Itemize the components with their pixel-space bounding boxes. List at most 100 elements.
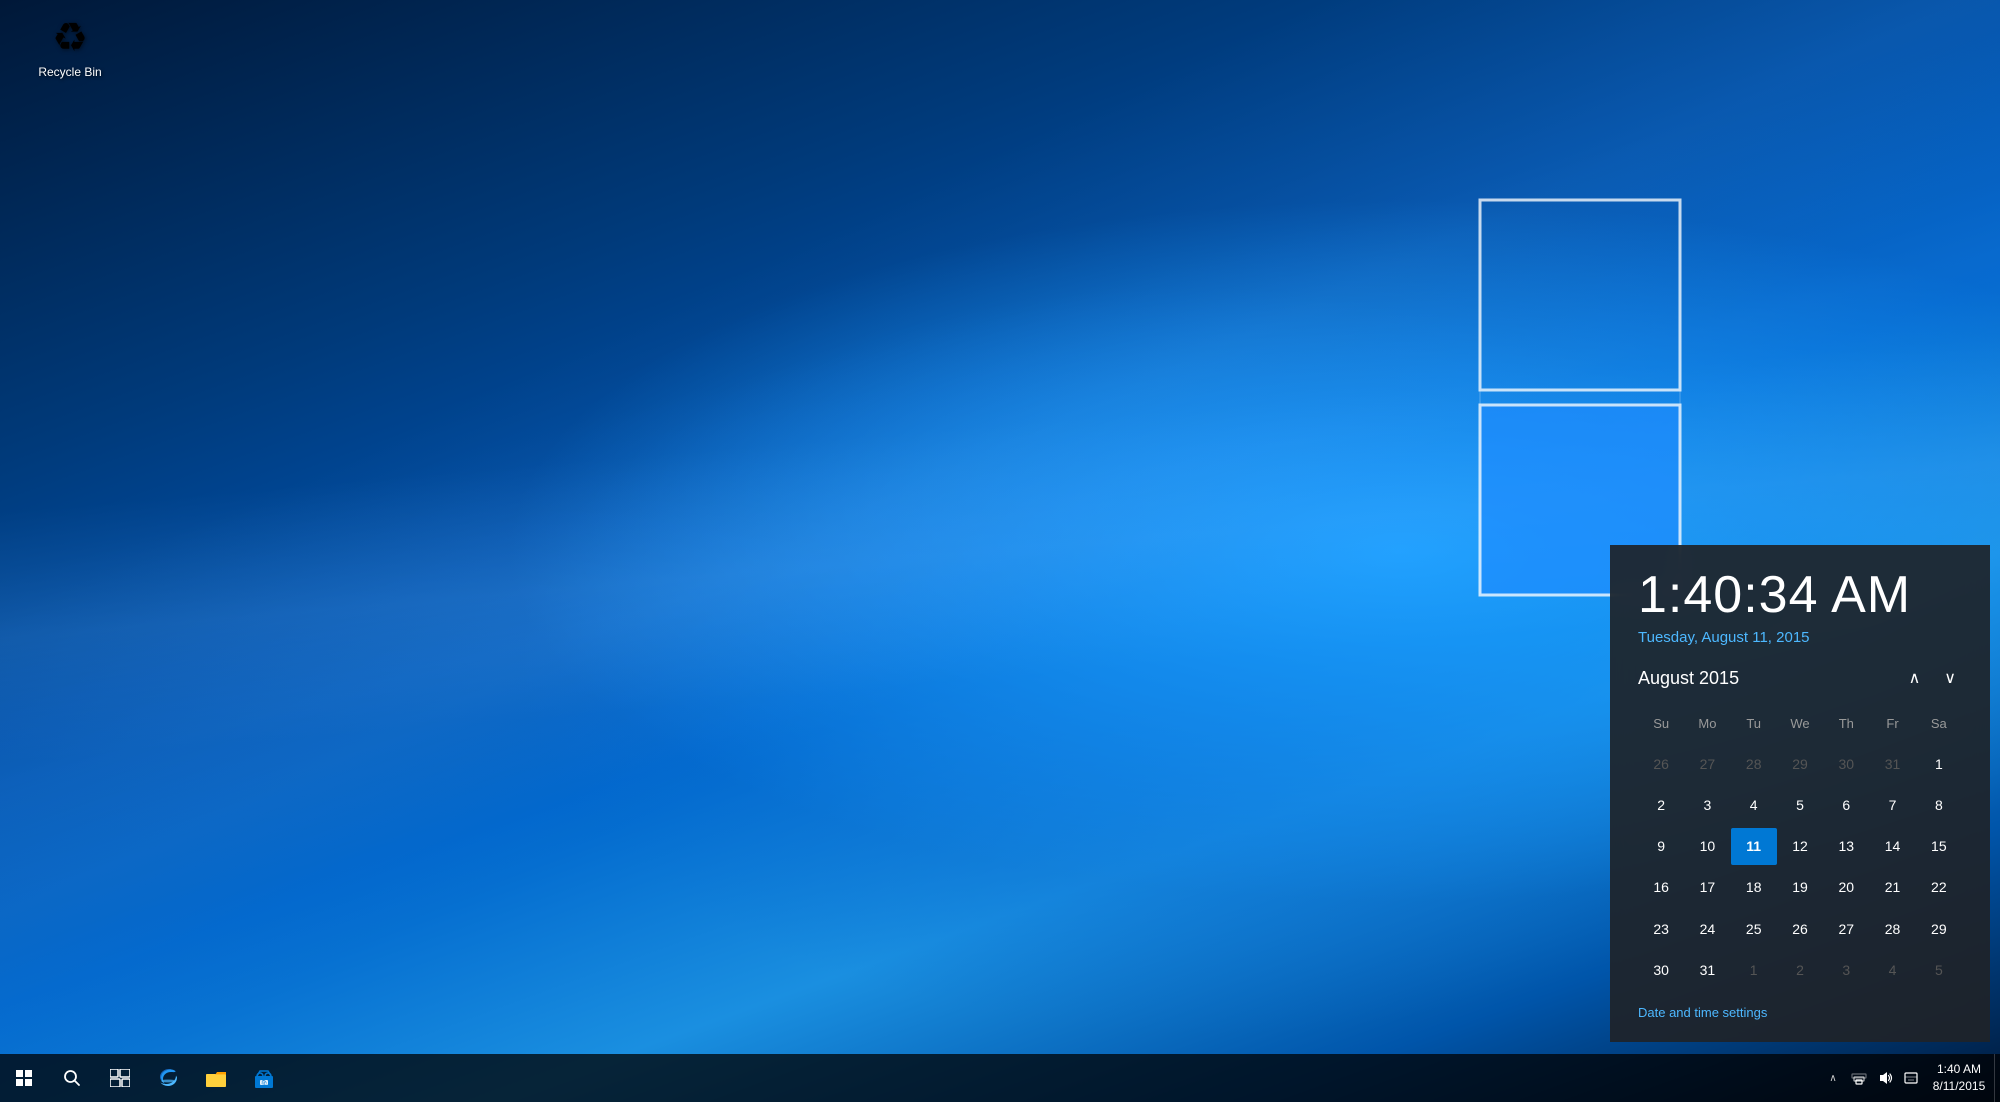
cal-day-28-prev[interactable]: 28 bbox=[1731, 746, 1777, 783]
cal-day-30[interactable]: 30 bbox=[1638, 952, 1684, 989]
calendar-prev-button[interactable]: ∧ bbox=[1903, 666, 1927, 690]
day-header-th: Th bbox=[1823, 706, 1869, 741]
datetime-settings-link[interactable]: Date and time settings bbox=[1638, 1005, 1767, 1020]
show-desktop-button[interactable] bbox=[1994, 1054, 2000, 1102]
calendar-nav[interactable]: ∧ ∨ bbox=[1903, 666, 1962, 690]
cal-day-6[interactable]: 6 bbox=[1823, 787, 1869, 824]
store-app-icon[interactable]: 🛍 bbox=[240, 1054, 288, 1102]
recycle-bin-label: Recycle Bin bbox=[38, 65, 101, 79]
clock-date: Tuesday, August 11, 2015 bbox=[1638, 629, 1962, 646]
windows-start-icon bbox=[16, 1070, 32, 1086]
cal-day-20[interactable]: 20 bbox=[1823, 869, 1869, 906]
network-tray-icon[interactable] bbox=[1846, 1054, 1872, 1102]
svg-text:🛍: 🛍 bbox=[261, 1079, 267, 1086]
volume-icon bbox=[1877, 1070, 1893, 1086]
clock-time: 1:40:34 AM bbox=[1638, 569, 1962, 621]
cal-day-27-prev[interactable]: 27 bbox=[1684, 746, 1730, 783]
calendar-month-year: August 2015 bbox=[1638, 668, 1739, 689]
cal-day-1[interactable]: 1 bbox=[1916, 746, 1962, 783]
cal-day-24[interactable]: 24 bbox=[1684, 911, 1730, 948]
cal-day-1-next[interactable]: 1 bbox=[1731, 952, 1777, 989]
cal-day-11-today[interactable]: 11 bbox=[1731, 828, 1777, 865]
network-icon bbox=[1851, 1070, 1867, 1086]
calendar-grid: Su Mo Tu We Th Fr Sa 26 27 28 29 30 31 1… bbox=[1638, 706, 1962, 989]
recycle-bin-image: ♻ bbox=[52, 15, 88, 61]
volume-tray-icon[interactable] bbox=[1872, 1054, 1898, 1102]
cal-day-25[interactable]: 25 bbox=[1731, 911, 1777, 948]
desktop: ♻ Recycle Bin 1:40:34 AM Tuesday, August… bbox=[0, 0, 2000, 1102]
edge-app-icon[interactable] bbox=[144, 1054, 192, 1102]
start-button[interactable] bbox=[0, 1054, 48, 1102]
cal-day-3-next[interactable]: 3 bbox=[1823, 952, 1869, 989]
cal-day-5[interactable]: 5 bbox=[1777, 787, 1823, 824]
cal-day-5-next[interactable]: 5 bbox=[1916, 952, 1962, 989]
search-icon bbox=[63, 1069, 81, 1087]
store-icon: 🛍 bbox=[253, 1067, 275, 1089]
cal-day-17[interactable]: 17 bbox=[1684, 869, 1730, 906]
taskbar-time: 1:40 AM bbox=[1937, 1061, 1981, 1078]
edge-icon bbox=[157, 1067, 179, 1089]
recycle-bin-icon[interactable]: ♻ Recycle Bin bbox=[30, 15, 110, 79]
cal-day-31[interactable]: 31 bbox=[1684, 952, 1730, 989]
cal-day-27[interactable]: 27 bbox=[1823, 911, 1869, 948]
cal-day-12[interactable]: 12 bbox=[1777, 828, 1823, 865]
chevron-up-icon: ∧ bbox=[1829, 1073, 1836, 1084]
cal-day-2-next[interactable]: 2 bbox=[1777, 952, 1823, 989]
notification-icon bbox=[1903, 1070, 1919, 1086]
calendar-day-headers: Su Mo Tu We Th Fr Sa bbox=[1638, 706, 1962, 741]
cal-day-2[interactable]: 2 bbox=[1638, 787, 1684, 824]
cal-day-26[interactable]: 26 bbox=[1777, 911, 1823, 948]
notification-tray-icon[interactable] bbox=[1898, 1054, 1924, 1102]
cal-day-29-prev[interactable]: 29 bbox=[1777, 746, 1823, 783]
cal-day-8[interactable]: 8 bbox=[1916, 787, 1962, 824]
day-header-sa: Sa bbox=[1916, 706, 1962, 741]
clock-calendar-flyout: 1:40:34 AM Tuesday, August 11, 2015 Augu… bbox=[1610, 545, 1990, 1042]
taskbar-tray: ∧ bbox=[1820, 1054, 2000, 1102]
cal-day-29[interactable]: 29 bbox=[1916, 911, 1962, 948]
taskbar-date: 8/11/2015 bbox=[1933, 1078, 1986, 1095]
file-explorer-app-icon[interactable] bbox=[192, 1054, 240, 1102]
calendar-week-4: 16 17 18 19 20 21 22 bbox=[1638, 869, 1962, 906]
cal-day-4-next[interactable]: 4 bbox=[1869, 952, 1915, 989]
calendar-header: August 2015 ∧ ∨ bbox=[1638, 666, 1962, 690]
calendar-next-button[interactable]: ∨ bbox=[1938, 666, 1962, 690]
cal-day-10[interactable]: 10 bbox=[1684, 828, 1730, 865]
cal-day-28[interactable]: 28 bbox=[1869, 911, 1915, 948]
day-header-mo: Mo bbox=[1684, 706, 1730, 741]
cal-day-23[interactable]: 23 bbox=[1638, 911, 1684, 948]
calendar-week-3: 9 10 11 12 13 14 15 bbox=[1638, 828, 1962, 865]
day-header-su: Su bbox=[1638, 706, 1684, 741]
task-view-button[interactable] bbox=[96, 1054, 144, 1102]
taskbar-clock[interactable]: 1:40 AM 8/11/2015 bbox=[1924, 1054, 1994, 1102]
taskbar: 🛍 ∧ bbox=[0, 1054, 2000, 1102]
calendar-week-1: 26 27 28 29 30 31 1 bbox=[1638, 746, 1962, 783]
cal-day-22[interactable]: 22 bbox=[1916, 869, 1962, 906]
cal-day-18[interactable]: 18 bbox=[1731, 869, 1777, 906]
start-icon-square-3 bbox=[16, 1079, 23, 1086]
cal-day-14[interactable]: 14 bbox=[1869, 828, 1915, 865]
file-explorer-icon bbox=[205, 1067, 227, 1089]
start-icon-square-1 bbox=[16, 1070, 23, 1077]
cal-day-4[interactable]: 4 bbox=[1731, 787, 1777, 824]
cal-day-30-prev[interactable]: 30 bbox=[1823, 746, 1869, 783]
cal-day-21[interactable]: 21 bbox=[1869, 869, 1915, 906]
calendar-week-6: 30 31 1 2 3 4 5 bbox=[1638, 952, 1962, 989]
task-view-icon bbox=[110, 1069, 130, 1087]
cal-day-13[interactable]: 13 bbox=[1823, 828, 1869, 865]
calendar-week-2: 2 3 4 5 6 7 8 bbox=[1638, 787, 1962, 824]
start-icon-square-4 bbox=[25, 1079, 32, 1086]
start-icon-square-2 bbox=[25, 1070, 32, 1077]
show-hidden-icons-button[interactable]: ∧ bbox=[1820, 1054, 1846, 1102]
cal-day-7[interactable]: 7 bbox=[1869, 787, 1915, 824]
search-button[interactable] bbox=[48, 1054, 96, 1102]
cal-day-19[interactable]: 19 bbox=[1777, 869, 1823, 906]
day-header-we: We bbox=[1777, 706, 1823, 741]
day-header-fr: Fr bbox=[1869, 706, 1915, 741]
cal-day-31-prev[interactable]: 31 bbox=[1869, 746, 1915, 783]
cal-day-15[interactable]: 15 bbox=[1916, 828, 1962, 865]
cal-day-3[interactable]: 3 bbox=[1684, 787, 1730, 824]
cal-day-9[interactable]: 9 bbox=[1638, 828, 1684, 865]
cal-day-16[interactable]: 16 bbox=[1638, 869, 1684, 906]
cal-day-26-prev[interactable]: 26 bbox=[1638, 746, 1684, 783]
day-header-tu: Tu bbox=[1731, 706, 1777, 741]
